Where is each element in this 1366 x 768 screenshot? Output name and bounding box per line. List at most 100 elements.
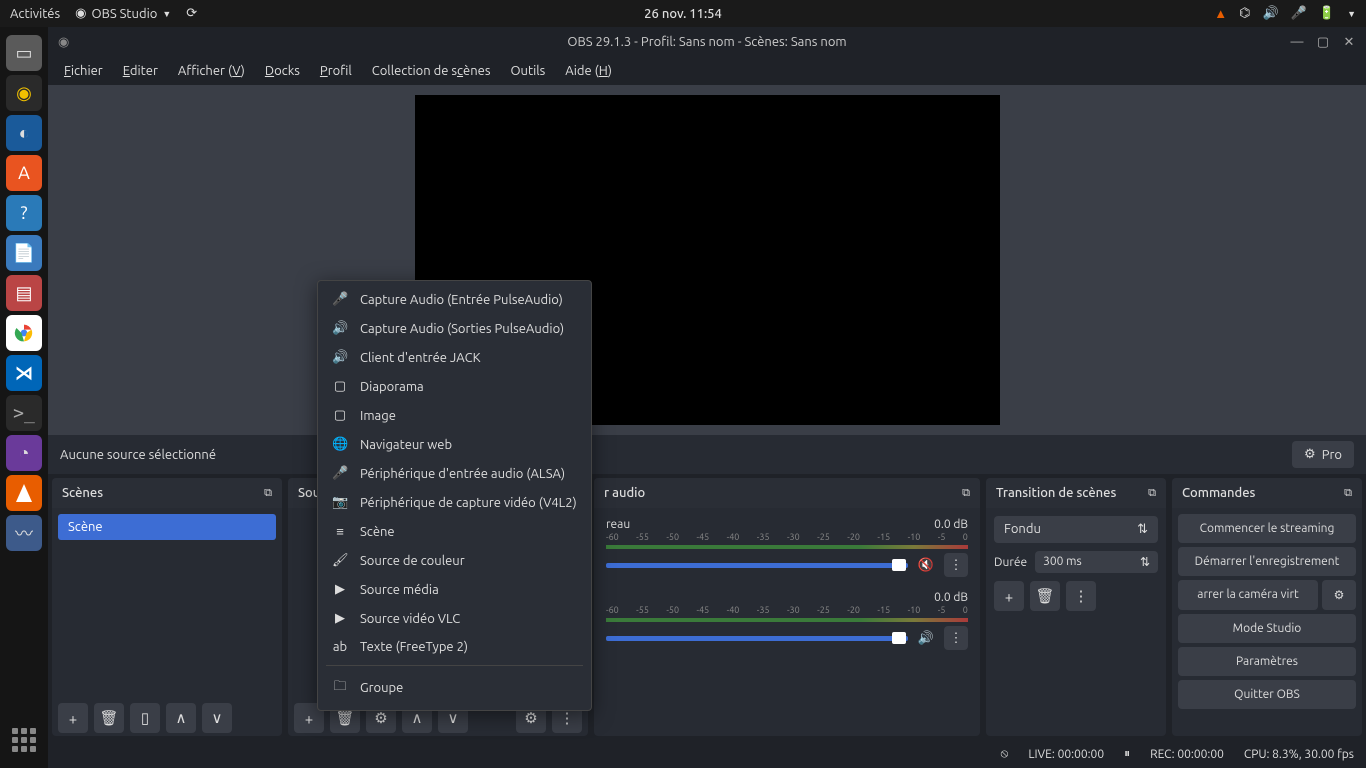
ctx-capture-audio-input[interactable]: 🎤Capture Audio (Entrée PulseAudio) — [318, 285, 591, 314]
rec-status-icon: ⏸ — [1124, 747, 1130, 761]
popout-icon[interactable]: ⧉ — [962, 487, 970, 500]
ctx-image[interactable]: ▢Image — [318, 401, 591, 430]
ctx-slideshow[interactable]: ▢Diaporama — [318, 372, 591, 401]
ctx-color-source[interactable]: 🖌Source de couleur — [318, 546, 591, 575]
virtual-camera-button[interactable]: arrer la caméra virt — [1178, 580, 1318, 610]
microphone-icon[interactable]: 🎤 — [1291, 6, 1307, 21]
scenes-title: Scènes — [62, 486, 103, 500]
menu-profile[interactable]: Profil — [312, 60, 360, 82]
microphone-icon: 🎤 — [332, 292, 348, 307]
virtual-camera-settings-button[interactable]: ⚙ — [1322, 580, 1356, 610]
updown-icon: ⇅ — [1140, 555, 1150, 569]
ctx-audio-input-alsa[interactable]: 🎤Périphérique d'entrée audio (ALSA) — [318, 459, 591, 488]
ctx-group[interactable]: 🗀Groupe — [318, 670, 591, 706]
volume-slider[interactable] — [606, 563, 908, 568]
ctx-browser[interactable]: 🌐Navigateur web — [318, 430, 591, 459]
volume-slider[interactable] — [606, 636, 908, 641]
app-menu-label: OBS Studio — [91, 7, 157, 21]
ctx-capture-audio-output[interactable]: 🔊Capture Audio (Sorties PulseAudio) — [318, 314, 591, 343]
dock-software[interactable]: A — [6, 155, 42, 191]
studio-mode-button[interactable]: Mode Studio — [1178, 614, 1356, 643]
battery-icon[interactable]: 🔋 — [1319, 6, 1335, 21]
maximize-button[interactable]: ▢ — [1316, 35, 1330, 49]
remove-transition-button[interactable]: 🗑 — [1030, 581, 1060, 611]
transition-select[interactable]: Fondu ⇅ — [994, 516, 1158, 543]
chevron-down-icon: ▼ — [162, 9, 171, 19]
dock-obs[interactable]: ◔ — [6, 435, 42, 471]
play-icon: ▶ — [332, 611, 348, 626]
image-icon: ▢ — [332, 408, 348, 423]
app-menu[interactable]: ◉ OBS Studio ▼ — [75, 6, 171, 21]
dock-vscode[interactable]: ⋊ — [6, 355, 42, 391]
menu-help[interactable]: Aide (H) — [557, 60, 620, 82]
mixer-more-button[interactable]: ⋮ — [944, 626, 968, 650]
ctx-video-capture[interactable]: 📷Périphérique de capture vidéo (V4L2) — [318, 488, 591, 517]
popout-icon[interactable]: ⧉ — [264, 487, 272, 500]
dock-monitor[interactable]: 〰 — [6, 515, 42, 551]
start-streaming-button[interactable]: Commencer le streaming — [1178, 514, 1356, 543]
add-source-context-menu: 🎤Capture Audio (Entrée PulseAudio) 🔊Capt… — [317, 280, 592, 711]
menu-tools[interactable]: Outils — [502, 60, 553, 82]
move-scene-up-button[interactable]: ∧ — [166, 703, 196, 733]
menu-edit[interactable]: Editer — [115, 60, 166, 82]
scene-item[interactable]: Scène — [58, 514, 276, 540]
popout-icon[interactable]: ⧉ — [1344, 487, 1352, 500]
cpu-status: CPU: 8.3%, 30.00 fps — [1244, 748, 1354, 761]
close-button[interactable]: ✕ — [1342, 35, 1356, 49]
mixer-more-button[interactable]: ⋮ — [944, 553, 968, 577]
mute-icon[interactable]: 🔇 — [916, 558, 936, 573]
vlc-tray-icon[interactable]: ▲ — [1214, 6, 1227, 21]
scenes-panel: Scènes ⧉ Scène + 🗑 ▯ ∧ ∨ — [52, 478, 282, 736]
live-status: LIVE: 00:00:00 — [1028, 748, 1104, 761]
mixer-channel-mic: 0.0 dB -60-55-50-45-40-35-30-25-20-15-10… — [606, 589, 968, 650]
clock[interactable]: 26 nov. 11:54 — [644, 7, 722, 21]
exit-button[interactable]: Quitter OBS — [1178, 680, 1356, 709]
activities-button[interactable]: Activités — [10, 7, 60, 21]
refresh-icon[interactable]: ⟳ — [186, 6, 197, 21]
menu-scene-collection[interactable]: Collection de scènes — [364, 60, 499, 82]
system-menu-chevron-icon[interactable]: ▼ — [1347, 9, 1356, 19]
dock-chrome[interactable] — [6, 315, 42, 351]
menu-file[interactable]: Fichier — [56, 60, 111, 82]
settings-button[interactable]: Paramètres — [1178, 647, 1356, 676]
dock-rhythmbox[interactable]: ◉ — [6, 75, 42, 111]
dock-show-apps[interactable] — [6, 722, 42, 758]
updown-icon: ⇅ — [1137, 522, 1148, 537]
ctx-media-source[interactable]: ▶Source média — [318, 575, 591, 604]
menu-docks[interactable]: Docks — [257, 60, 308, 82]
mixer-panel: r audio ⧉ reau 0.0 dB -60-55-50-45-40-35… — [594, 478, 980, 736]
dock-help[interactable]: ? — [6, 195, 42, 231]
no-source-label: Aucune source sélectionné — [60, 448, 216, 462]
dock-impress[interactable]: ▤ — [6, 275, 42, 311]
ctx-jack-client[interactable]: 🔊Client d'entrée JACK — [318, 343, 591, 372]
dock-vlc[interactable] — [6, 475, 42, 511]
dock-files[interactable]: ▭ — [6, 35, 42, 71]
folder-icon: 🗀 — [332, 677, 348, 699]
transitions-panel: Transition de scènes ⧉ Fondu ⇅ Durée 300… — [986, 478, 1166, 736]
dock-writer[interactable]: 📄 — [6, 235, 42, 271]
transition-more-button[interactable]: ⋮ — [1066, 581, 1096, 611]
ctx-text[interactable]: abTexte (FreeType 2) — [318, 633, 591, 661]
brush-icon: 🖌 — [332, 553, 348, 568]
add-scene-button[interactable]: + — [58, 703, 88, 733]
ctx-vlc-source[interactable]: ▶Source vidéo VLC — [318, 604, 591, 633]
properties-button[interactable]: ⚙ Pro — [1292, 441, 1354, 468]
duration-spinner[interactable]: 300 ms ⇅ — [1035, 551, 1158, 573]
move-scene-down-button[interactable]: ∨ — [202, 703, 232, 733]
mixer-meter — [606, 618, 968, 622]
menu-view[interactable]: Afficher (V) — [170, 60, 253, 82]
camera-icon: 📷 — [332, 495, 348, 510]
network-icon[interactable]: ⌬ — [1239, 6, 1250, 21]
remove-scene-button[interactable]: 🗑 — [94, 703, 124, 733]
dock-thunderbird[interactable]: ◐ — [6, 115, 42, 151]
popout-icon[interactable]: ⧉ — [1148, 487, 1156, 500]
minimize-button[interactable]: — — [1290, 35, 1304, 49]
speaker-icon[interactable]: 🔊 — [916, 631, 936, 646]
scene-filters-button[interactable]: ▯ — [130, 703, 160, 733]
play-icon: ▶ — [332, 582, 348, 597]
volume-icon[interactable]: 🔊 — [1263, 6, 1279, 21]
dock-terminal[interactable]: >_ — [6, 395, 42, 431]
add-transition-button[interactable]: + — [994, 581, 1024, 611]
start-recording-button[interactable]: Démarrer l'enregistrement — [1178, 547, 1356, 576]
ctx-scene[interactable]: ≡Scène — [318, 517, 591, 546]
